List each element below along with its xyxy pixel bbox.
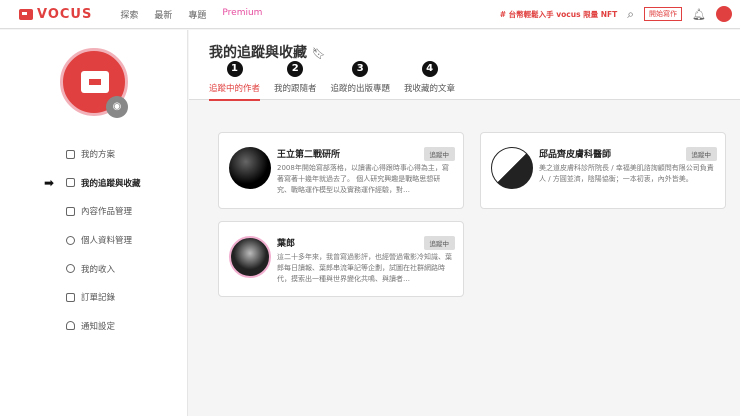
arrow-right-icon: ➡ [44, 175, 55, 190]
camera-icon[interactable]: ◉ [106, 96, 128, 118]
tab-saved-articles[interactable]: 4 我收藏的文章 [404, 61, 455, 101]
user-icon [66, 235, 75, 245]
nav-premium[interactable]: Premium [222, 8, 262, 21]
tab-followers[interactable]: 2 我的跟隨者 [274, 61, 317, 101]
tab-following-authors[interactable]: 1 追蹤中的作者 [209, 61, 261, 101]
check-icon [66, 149, 75, 159]
logo-icon [19, 8, 33, 20]
sidebar: ◉ 我的方案 ➡ 我的追蹤與收藏 內容作品管理 個人資料管理 我的收入 訂單記錄 … [0, 30, 188, 416]
following-badge[interactable]: 追蹤中 [423, 236, 455, 250]
nft-promo-link[interactable]: # 台幣輕鬆入手 vocus 限量 NFT [500, 9, 618, 20]
dollar-icon [66, 264, 75, 274]
bookmark-icon: 🔖︎ [311, 47, 326, 60]
sidebar-item-plan[interactable]: 我的方案 [66, 140, 141, 169]
vocus-logo[interactable]: VOCUS [19, 7, 92, 22]
nav-topics[interactable]: 專題 [188, 8, 206, 21]
page-title: 我的追蹤與收藏 🔖︎ [209, 45, 326, 61]
write-button[interactable]: 開始寫作 [644, 7, 683, 21]
tab-followed-topics[interactable]: 3 追蹤的出版專題 [331, 61, 390, 101]
author-avatar [229, 236, 271, 278]
sidebar-item-content[interactable]: 內容作品管理 [66, 197, 141, 226]
author-avatar [229, 147, 271, 189]
following-badge[interactable]: 追蹤中 [685, 147, 717, 161]
following-badge[interactable]: 追蹤中 [423, 147, 455, 161]
nav-explore[interactable]: 探索 [120, 8, 138, 21]
author-avatar [491, 147, 533, 189]
search-icon[interactable]: ⌕ [627, 7, 634, 22]
main-content: 我的追蹤與收藏 🔖︎ 1 追蹤中的作者 2 我的跟隨者 3 追蹤的出版專題 4 我收藏的… [189, 30, 740, 416]
sidebar-item-profile[interactable]: 個人資料管理 [66, 226, 141, 255]
author-card[interactable]: 葉郎 追蹤中 這二十多年來，我曾寫過影評，也經營過電影冷知識、葉郎每日讀報、葉郎… [218, 221, 464, 297]
bookmark-icon [66, 178, 75, 188]
avatar[interactable] [716, 6, 732, 22]
sidebar-item-income[interactable]: 我的收入 [66, 254, 141, 283]
top-bar: VOCUS 探索 最新 專題 Premium # 台幣輕鬆入手 vocus 限量… [0, 0, 740, 29]
author-card[interactable]: 邱品齊皮膚科醫師 追蹤中 美之道皮膚科診所院長 / 幸福美肌諮詢顧問有限公司負責… [480, 132, 726, 209]
document-icon [66, 206, 75, 216]
nav-latest[interactable]: 最新 [154, 8, 172, 21]
card-icon [66, 292, 75, 302]
author-card[interactable]: 王立第二戰研所 追蹤中 2008年開始寫部落格，以讀書心得跟時事心得為主，寫著寫… [218, 132, 464, 209]
bell-icon[interactable]: 🔔︎ [692, 8, 706, 21]
sidebar-item-orders[interactable]: 訂單記錄 [66, 283, 141, 312]
sidebar-item-notify[interactable]: 通知設定 [66, 312, 141, 341]
bell-icon [66, 321, 75, 331]
sidebar-item-follow[interactable]: ➡ 我的追蹤與收藏 [44, 169, 141, 198]
